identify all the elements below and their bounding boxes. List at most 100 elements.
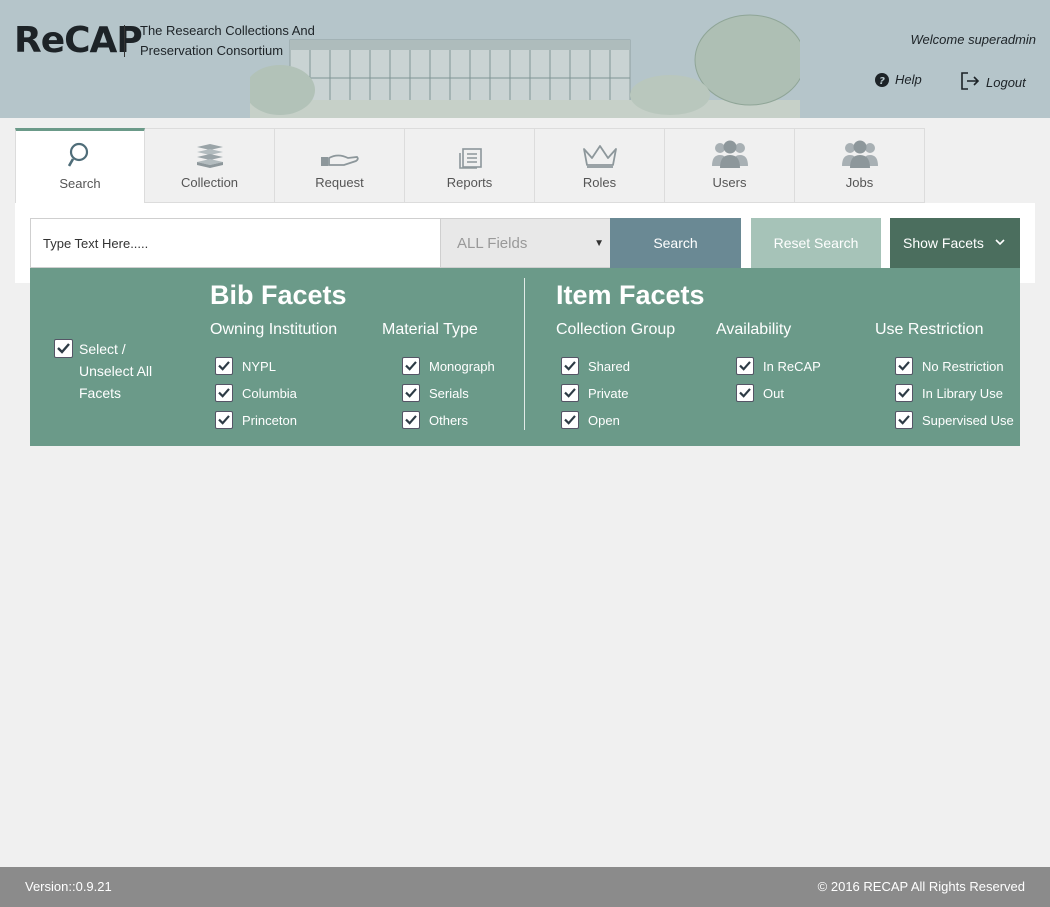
facet-option-monograph[interactable]: Monograph [402,357,495,375]
tab-label: Users [712,175,747,190]
hand-icon [320,154,359,166]
facet-option-others[interactable]: Others [402,411,468,429]
facet-option-princeton[interactable]: Princeton [215,411,297,429]
bib-facets-title: Bib Facets [210,280,347,310]
checkmark-icon [564,361,576,371]
caret-down-icon: ▼ [594,238,604,249]
facet-checkbox[interactable] [736,357,754,375]
logout-link[interactable]: Logout [960,72,1026,90]
facet-option-out[interactable]: Out [736,384,784,402]
facet-option-label: Private [588,385,629,401]
show-facets-label: Show Facets [903,235,984,251]
reset-search-button[interactable]: Reset Search [751,218,881,268]
facet-checkbox[interactable] [895,357,913,375]
users-icon [711,140,748,168]
select-all-label: Select / Unselect All Facets [79,341,153,401]
facet-option-shared[interactable]: Shared [561,357,630,375]
facet-option-in-recap[interactable]: In ReCAP [736,357,821,375]
facet-checkbox[interactable] [215,357,233,375]
facet-option-label: Shared [588,358,630,374]
facet-checkbox[interactable] [561,411,579,429]
tab-reports[interactable]: Reports [405,128,535,203]
help-link[interactable]: ? Help [875,72,922,87]
checkmark-icon [405,388,417,398]
facet-checkbox[interactable] [561,384,579,402]
checkmark-icon [405,361,417,371]
reports-icon [458,148,482,169]
tab-users[interactable]: Users [665,128,795,203]
facet-option-columbia[interactable]: Columbia [215,384,297,402]
facet-option-nypl[interactable]: NYPL [215,357,276,375]
checkmark-icon [405,415,417,425]
footer: Version::0.9.21 © 2016 RECAP All Rights … [0,867,1050,907]
checkmark-icon [564,388,576,398]
checkmark-icon [739,388,751,398]
tab-label: Jobs [845,175,874,190]
search-button[interactable]: Search [610,218,741,268]
show-facets-button[interactable]: Show Facets [890,218,1020,268]
facet-option-serials[interactable]: Serials [402,384,469,402]
facet-option-label: Princeton [242,412,297,428]
field-select[interactable]: ALL Fields ▼ [440,218,611,268]
copyright-text: © 2016 RECAP All Rights Reserved [817,879,1025,894]
books-icon [196,144,223,168]
tab-search[interactable]: Search [15,128,145,203]
facet-checkbox[interactable] [215,384,233,402]
facet-option-label: Monograph [429,358,495,374]
facet-option-label: NYPL [242,358,276,374]
tab-label: Search [59,176,101,191]
item-facets-title: Item Facets [556,280,705,310]
main-tabs: Search Collection Request Reports Roles … [15,128,925,203]
checkmark-icon [898,415,910,425]
facet-option-private[interactable]: Private [561,384,628,402]
facet-option-label: Others [429,412,469,428]
checkmark-icon [898,361,910,371]
search-input[interactable] [30,218,441,268]
facets-panel: Select / Unselect All Facets Bib Facets … [30,268,1020,446]
facet-option-label: In ReCAP [763,358,821,374]
tab-label: Collection [180,175,239,190]
jobs-icon [841,140,878,168]
facet-checkbox[interactable] [402,384,420,402]
tab-label: Roles [582,175,617,190]
collection-group-heading: Collection Group [556,321,676,338]
tab-label: Reports [446,175,493,190]
logout-label: Logout [986,74,1026,90]
recap-logo[interactable]: ReCAP [14,20,143,61]
facet-checkbox[interactable] [215,411,233,429]
facet-option-in-library-use[interactable]: In Library Use [895,384,1003,402]
logout-icon [961,72,980,90]
tab-request[interactable]: Request [275,128,405,203]
field-select-value: ALL Fields [457,234,528,252]
tab-jobs[interactable]: Jobs [795,128,925,203]
svg-text:?: ? [879,76,885,87]
owning-institution-heading: Owning Institution [210,321,338,338]
tab-collection[interactable]: Collection [145,128,275,203]
chevron-down-icon [995,239,1005,246]
facet-checkbox[interactable] [736,384,754,402]
facet-option-label: Out [763,385,784,401]
search-icon [68,142,89,167]
tab-label: Request [315,175,364,190]
question-circle-icon: ? [875,72,889,87]
facet-option-label: No Restriction [922,358,1004,374]
facet-option-label: In Library Use [922,385,1003,401]
facet-checkbox[interactable] [895,411,913,429]
header: ReCAP The Research Collections And Prese… [0,0,1050,118]
facet-option-no-restriction[interactable]: No Restriction [895,357,1004,375]
checkmark-icon [564,415,576,425]
facet-option-label: Open [588,412,620,428]
facet-option-supervised-use[interactable]: Supervised Use [895,411,1014,429]
crown-icon [582,145,617,168]
facet-option-open[interactable]: Open [561,411,620,429]
facet-checkbox[interactable] [402,357,420,375]
help-label: Help [895,72,922,87]
facet-option-label: Columbia [242,385,297,401]
facet-checkbox[interactable] [561,357,579,375]
facet-checkbox[interactable] [895,384,913,402]
tab-roles[interactable]: Roles [535,128,665,203]
select-all-checkbox[interactable] [54,339,73,358]
select-all-facets[interactable]: Select / Unselect All Facets [54,338,169,404]
facet-checkbox[interactable] [402,411,420,429]
tagline: The Research Collections And Preservatio… [140,23,315,58]
